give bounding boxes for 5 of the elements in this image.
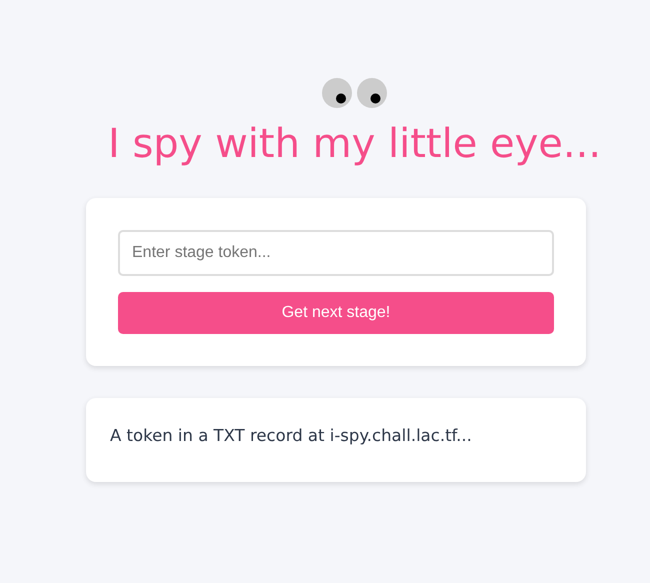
hint-message: A token in a TXT record at i-spy.chall.lac.tf... [110, 425, 473, 447]
googly-eyes-icon [322, 78, 388, 108]
token-input-field[interactable]: Enter stage token... [118, 230, 554, 276]
get-next-stage-button[interactable]: Get next stage! [118, 292, 554, 334]
page-title: I spy with my little eye... [108, 120, 602, 168]
